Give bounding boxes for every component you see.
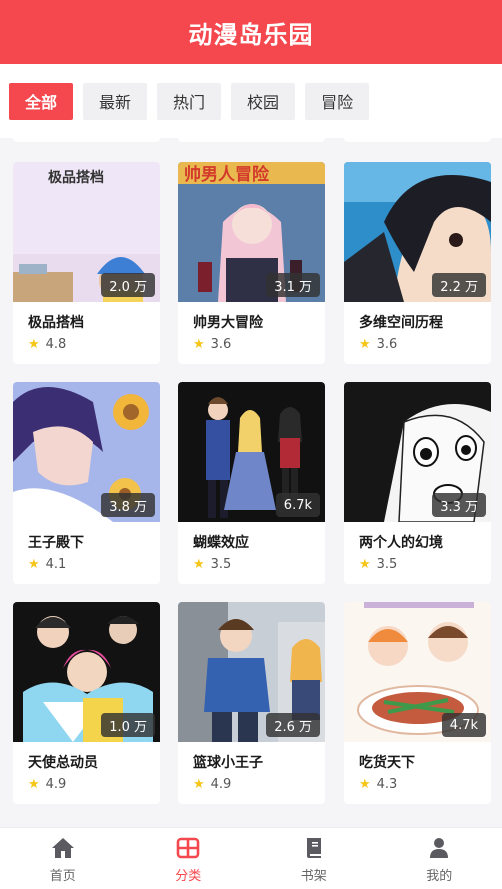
rating-value: 4.8	[45, 337, 67, 352]
comic-rating: ★ 4.3	[359, 777, 397, 792]
bottom-nav: 首页 分类 书架 我的	[0, 827, 502, 889]
comic-title: 两个人的幻境	[359, 535, 443, 551]
comic-card[interactable]: 2.6 万 篮球小王子 ★ 4.9	[178, 602, 325, 804]
comic-rating: ★ 3.6	[359, 337, 397, 352]
comic-cover: 4.7k	[344, 602, 491, 742]
comic-card[interactable]: 6.7k 蝴蝶效应 ★ 3.5	[178, 382, 325, 584]
star-icon: ★	[359, 337, 371, 352]
star-icon: ★	[28, 777, 40, 792]
comic-title: 多维空间历程	[359, 315, 443, 331]
tab-campus[interactable]: 校园	[231, 82, 296, 120]
app-screen: 动漫岛乐园 全部 最新 热门 校园 冒险 极品搭档 2.0 万 极品搭档 ★ 4…	[0, 0, 502, 889]
cover-title-text: 帅男人冒险	[184, 164, 270, 185]
comic-card[interactable]: 2.2 万 多维空间历程 ★ 3.6	[344, 162, 491, 364]
view-count-badge: 3.8 万	[101, 493, 155, 517]
star-icon: ★	[359, 777, 371, 792]
comic-card[interactable]: 3.8 万 王子殿下 ★ 4.1	[13, 382, 160, 584]
bookshelf-icon	[301, 835, 327, 861]
app-header: 动漫岛乐园	[0, 0, 502, 64]
comic-rating: ★ 4.8	[28, 337, 66, 352]
star-icon: ★	[193, 557, 205, 572]
comic-cover: 2.6 万	[178, 602, 325, 742]
comic-rating: ★ 3.5	[193, 557, 231, 572]
comic-title: 吃货天下	[359, 755, 415, 771]
rating-value: 4.9	[210, 777, 232, 792]
tab-latest[interactable]: 最新	[83, 82, 148, 120]
app-title: 动漫岛乐园	[188, 20, 314, 49]
tab-adventure[interactable]: 冒险	[305, 82, 370, 120]
star-icon: ★	[359, 557, 371, 572]
card-partial	[344, 138, 491, 142]
star-icon: ★	[193, 337, 205, 352]
comic-card[interactable]: 4.7k 吃货天下 ★ 4.3	[344, 602, 491, 804]
tab-hot[interactable]: 热门	[157, 82, 222, 120]
rating-value: 3.6	[210, 337, 232, 352]
comic-card[interactable]: 1.0 万 天使总动员 ★ 4.9	[13, 602, 160, 804]
nav-label: 书架	[300, 869, 327, 884]
nav-label: 首页	[49, 869, 76, 884]
home-icon	[50, 835, 76, 861]
comic-card[interactable]: 3.3 万 两个人的幻境 ★ 3.5	[344, 382, 491, 584]
comic-cover: 3.3 万	[344, 382, 491, 522]
comic-cover: 2.2 万	[344, 162, 491, 302]
comic-title: 帅男大冒险	[193, 315, 263, 331]
rating-value: 4.9	[45, 777, 67, 792]
view-count-badge: 3.1 万	[266, 273, 320, 297]
rating-value: 4.3	[376, 777, 398, 792]
nav-bookshelf[interactable]: 书架	[251, 828, 377, 889]
star-icon: ★	[28, 337, 40, 352]
comic-cover: 极品搭档 2.0 万	[13, 162, 160, 302]
comic-title: 天使总动员	[28, 755, 98, 771]
comic-cover: 1.0 万	[13, 602, 160, 742]
view-count-badge: 1.0 万	[101, 713, 155, 737]
star-icon: ★	[193, 777, 205, 792]
rating-value: 3.5	[376, 557, 398, 572]
comic-rating: ★ 4.9	[193, 777, 231, 792]
nav-label: 我的	[426, 869, 453, 884]
rating-value: 4.1	[45, 557, 67, 572]
tab-all[interactable]: 全部	[9, 82, 74, 120]
comic-rating: ★ 3.5	[359, 557, 397, 572]
view-count-badge: 2.0 万	[101, 273, 155, 297]
rating-value: 3.5	[210, 557, 232, 572]
view-count-badge: 4.7k	[441, 713, 486, 737]
card-partial	[178, 138, 325, 142]
comic-title: 蝴蝶效应	[193, 535, 249, 551]
view-count-badge: 2.6 万	[266, 713, 320, 737]
comic-rating: ★ 4.1	[28, 557, 66, 572]
nav-home[interactable]: 首页	[0, 828, 126, 889]
comic-title: 篮球小王子	[193, 755, 263, 771]
category-grid-icon	[175, 835, 201, 861]
view-count-badge: 2.2 万	[432, 273, 486, 297]
nav-category[interactable]: 分类	[126, 828, 252, 889]
view-count-badge: 3.3 万	[432, 493, 486, 517]
comic-title: 王子殿下	[28, 535, 84, 551]
rating-value: 3.6	[376, 337, 398, 352]
comic-rating: ★ 3.6	[193, 337, 231, 352]
comic-rating: ★ 4.9	[28, 777, 66, 792]
comic-cover: 6.7k	[178, 382, 325, 522]
comic-cover: 帅男人冒险 3.1 万	[178, 162, 325, 302]
comic-card[interactable]: 极品搭档 2.0 万 极品搭档 ★ 4.8	[13, 162, 160, 364]
comic-card[interactable]: 帅男人冒险 3.1 万 帅男大冒险 ★ 3.6	[178, 162, 325, 364]
cover-title-text: 极品搭档	[48, 169, 104, 186]
nav-profile[interactable]: 我的	[377, 828, 502, 889]
view-count-badge: 6.7k	[275, 493, 320, 517]
user-icon	[426, 835, 452, 861]
star-icon: ★	[28, 557, 40, 572]
nav-label: 分类	[175, 869, 202, 884]
comic-grid: 极品搭档 2.0 万 极品搭档 ★ 4.8 帅男人冒险 3.1 万 帅男大冒险 …	[0, 138, 502, 827]
category-tabs: 全部 最新 热门 校园 冒险	[0, 64, 502, 138]
card-partial	[13, 138, 160, 142]
comic-cover: 3.8 万	[13, 382, 160, 522]
comic-title: 极品搭档	[28, 315, 84, 331]
